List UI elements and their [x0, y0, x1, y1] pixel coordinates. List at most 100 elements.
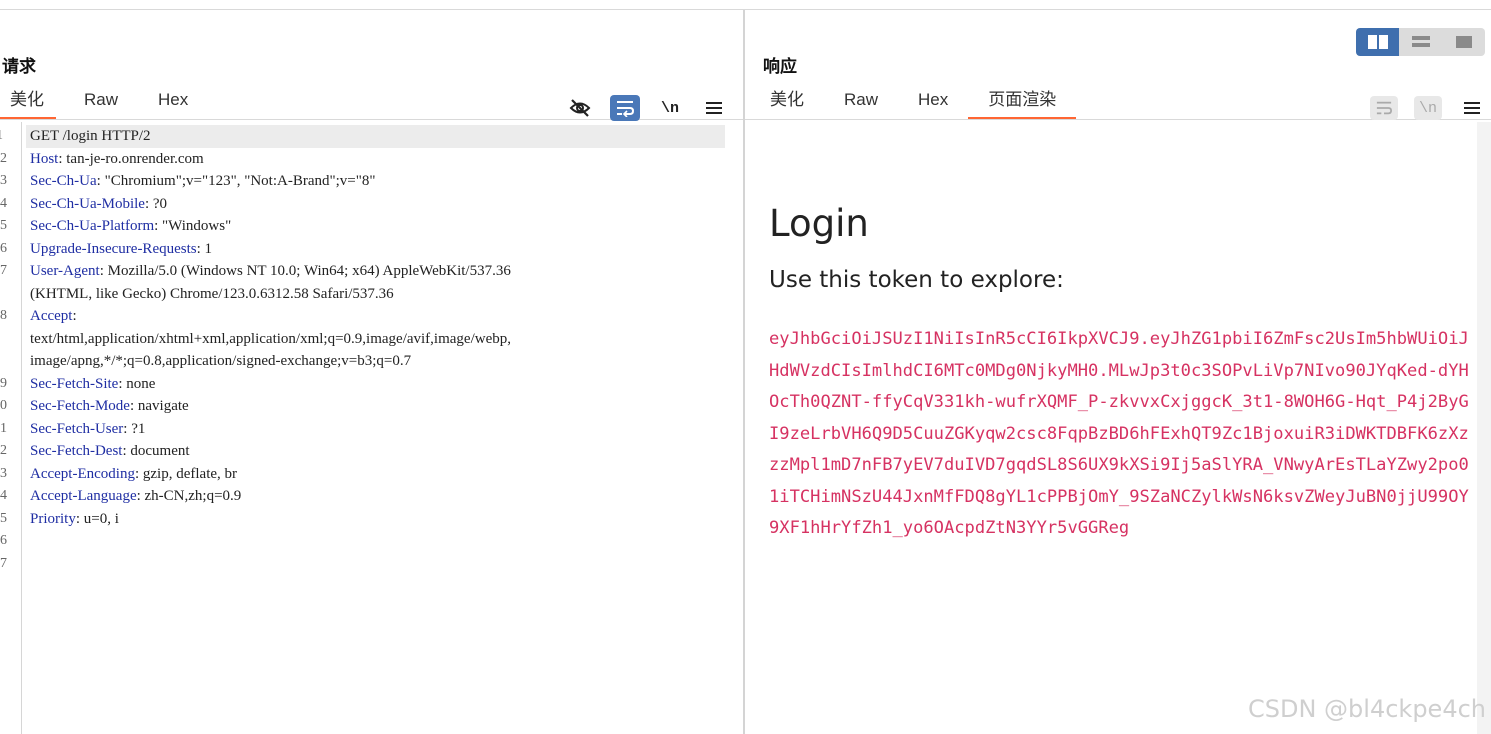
hamburger-menu-icon[interactable] [1458, 94, 1486, 122]
header-value: : u=0, i [75, 510, 119, 527]
code-line: image/apng,*/*;q=0.8,application/signed-… [30, 350, 730, 373]
header-name: Sec-Fetch-Site [30, 375, 119, 392]
response-title: 响应 [763, 57, 797, 77]
header-value: : Mozilla/5.0 (Windows NT 10.0; Win64; x… [99, 263, 511, 279]
line-number: 8 [0, 308, 7, 323]
header-value: image/apng,*/*;q=0.8,application/signed-… [30, 353, 412, 369]
line-number: 4 [0, 195, 7, 211]
response-tab-hex[interactable]: Hex [898, 88, 968, 120]
word-wrap-icon[interactable] [610, 95, 640, 121]
line-number: 4 [0, 488, 7, 503]
line-number: 1 [0, 420, 7, 436]
response-tab-pretty[interactable]: 美化 [750, 88, 824, 120]
response-toolbar: \n [1370, 94, 1491, 122]
header-value: text/html,application/xhtml+xml,applicat… [30, 330, 511, 347]
render-heading: Login [769, 202, 869, 245]
header-name: Priority [30, 510, 76, 527]
code-line: 7 [0, 553, 730, 576]
header-value: GET /login HTTP/2 [30, 128, 151, 144]
header-value: : document [122, 443, 190, 459]
code-line: 2 Sec-Fetch-Dest: document [0, 440, 730, 463]
header-name: Sec-Ch-Ua-Mobile [30, 195, 145, 212]
header-value: (KHTML, like Gecko) Chrome/123.0.6312.58… [30, 285, 394, 302]
header-value: : tan-je-ro.onrender.com [58, 150, 204, 167]
line-number: 7 [0, 555, 7, 571]
request-tab-pretty[interactable]: 美化 [0, 88, 64, 120]
request-title: 请求 [2, 57, 36, 77]
watermark: CSDN @bl4ckpe4ch [1248, 695, 1486, 723]
render-scrollbar[interactable] [1477, 122, 1491, 734]
header-name: Host [30, 150, 59, 167]
header-name: Sec-Fetch-Dest [30, 443, 123, 459]
header-value: : none [118, 375, 156, 392]
code-line: 4 Sec-Ch-Ua-Mobile: ?0 [0, 193, 730, 216]
hamburger-menu-icon[interactable] [700, 94, 728, 122]
line-number: 9 [0, 375, 7, 391]
response-pane: 响应 美化 Raw Hex 页面渲染 \n Login Use this tok… [745, 10, 1491, 734]
response-tab-render[interactable]: 页面渲染 [968, 88, 1077, 120]
header-name: Accept [30, 308, 73, 324]
request-code[interactable]: 1 GET /login HTTP/2 2 Host: tan-je-ro.onren… [0, 125, 730, 576]
request-editor[interactable]: 1 GET /login HTTP/2 2 Host: tan-je-ro.onren… [0, 122, 743, 734]
jwt-token-text: eyJhbGciOiJSUzI1NiIsInR5cCI6IkpXVCJ9.eyJ… [769, 329, 1469, 538]
line-number: 3 [0, 465, 7, 481]
line-number: 3 [0, 173, 7, 188]
newline-toggle-button[interactable]: \n [1414, 96, 1442, 120]
header-value: : zh-CN,zh;q=0.9 [136, 488, 242, 504]
code-line: 5 Priority: u=0, i [0, 508, 730, 531]
eye-slash-icon[interactable] [566, 94, 594, 122]
code-line: 1 GET /login HTTP/2 [0, 125, 725, 148]
header-name: Sec-Fetch-User [30, 420, 124, 437]
header-name: Sec-Ch-Ua [30, 173, 97, 189]
code-line: 2 Host: tan-je-ro.onrender.com [0, 148, 730, 171]
header-value: : [72, 308, 77, 324]
header-value: : gzip, deflate, br [134, 465, 238, 482]
header-value: : "Windows" [154, 218, 232, 234]
header-value: : "Chromium";v="123", "Not:A-Brand";v="8… [96, 173, 376, 189]
stacked-icon[interactable] [1399, 28, 1442, 56]
line-number: 2 [0, 443, 7, 458]
line-number: 5 [0, 510, 7, 526]
header-name: User-Agent [30, 263, 100, 279]
line-number: 7 [0, 263, 7, 278]
header-name: Sec-Fetch-Mode [30, 398, 130, 414]
word-wrap-icon[interactable] [1370, 96, 1398, 120]
request-tab-raw[interactable]: Raw [64, 88, 138, 120]
response-tabs: 美化 Raw Hex 页面渲染 [750, 88, 1077, 120]
code-line: (KHTML, like Gecko) Chrome/123.0.6312.58… [30, 283, 730, 306]
side-by-side-icon[interactable] [1356, 28, 1399, 56]
request-toolbar: \n [566, 94, 744, 122]
layout-switch [1356, 28, 1485, 56]
code-line: 4 Accept-Language: zh-CN,zh;q=0.9 [0, 485, 730, 508]
request-pane: 请求 美化 Raw Hex \n 1 GET /login HTTP/2 2 Host… [0, 10, 743, 734]
header-value: : ?1 [123, 420, 146, 437]
line-number: 0 [0, 398, 7, 413]
single-pane-icon[interactable] [1442, 28, 1485, 56]
rendered-page: Login Use this token to explore: eyJhbGc… [745, 122, 1491, 734]
line-number: 6 [0, 533, 7, 548]
code-line: 9 Sec-Fetch-Site: none [0, 373, 730, 396]
request-tab-hex[interactable]: Hex [138, 88, 208, 120]
code-line: 7 User-Agent: Mozilla/5.0 (Windows NT 10.… [0, 260, 730, 283]
line-number: 1 [0, 125, 8, 148]
header-value: : ?0 [144, 195, 168, 212]
code-line: 6 Upgrade-Insecure-Requests: 1 [0, 238, 730, 261]
code-line: 3 Accept-Encoding: gzip, deflate, br [0, 463, 730, 486]
header-name: Accept-Language [30, 488, 137, 504]
header-name: Upgrade-Insecure-Requests [30, 240, 197, 257]
line-number: 6 [0, 240, 7, 256]
header-value: : 1 [196, 240, 213, 257]
line-number: 2 [0, 150, 7, 166]
header-name: Sec-Ch-Ua-Platform [30, 218, 155, 234]
newline-toggle-button[interactable]: \n [656, 94, 684, 122]
code-line: 0 Sec-Fetch-Mode: navigate [0, 395, 730, 418]
line-number: 5 [0, 218, 7, 233]
response-tab-raw[interactable]: Raw [824, 88, 898, 120]
code-line: 5 Sec-Ch-Ua-Platform: "Windows" [0, 215, 730, 238]
code-line: 6 [0, 530, 730, 553]
header-value: : navigate [129, 398, 189, 414]
render-subheading: Use this token to explore: [769, 267, 1064, 293]
code-line: text/html,application/xhtml+xml,applicat… [30, 328, 730, 351]
request-tabs: 美化 Raw Hex [0, 88, 208, 120]
code-line: 3 Sec-Ch-Ua: "Chromium";v="123", "Not:A-B… [0, 170, 730, 193]
